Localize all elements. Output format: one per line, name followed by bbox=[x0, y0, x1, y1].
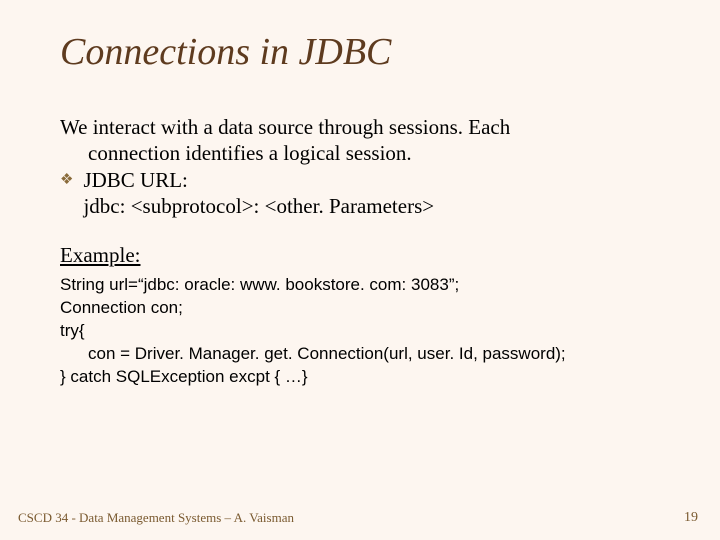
slide-title: Connections in JDBC bbox=[60, 30, 660, 74]
footer-source: CSCD 34 - Data Management Systems – A. V… bbox=[18, 510, 294, 526]
intro-line-1: We interact with a data source through s… bbox=[60, 114, 660, 140]
example-heading: Example: bbox=[60, 243, 660, 268]
slide: Connections in JDBC We interact with a d… bbox=[0, 0, 720, 540]
intro-line-2: connection identifies a logical session. bbox=[88, 140, 660, 166]
diamond-bullet-icon: ❖ bbox=[60, 171, 73, 190]
code-line-4: con = Driver. Manager. get. Connection(u… bbox=[88, 343, 660, 366]
code-line-5: } catch SQLException excpt { …} bbox=[60, 366, 660, 389]
page-number: 19 bbox=[684, 510, 698, 526]
body-block: We interact with a data source through s… bbox=[60, 114, 660, 219]
bullet-item: ❖ JDBC URL: jdbc: <subprotocol>: <other.… bbox=[60, 167, 660, 220]
bullet-label: JDBC URL: bbox=[83, 167, 660, 193]
code-line-3: try{ bbox=[60, 320, 660, 343]
code-block: String url=“jdbc: oracle: www. bookstore… bbox=[60, 274, 660, 389]
code-line-1: String url=“jdbc: oracle: www. bookstore… bbox=[60, 274, 660, 297]
bullet-line-2: jdbc: <subprotocol>: <other. Parameters> bbox=[83, 193, 660, 219]
code-line-2: Connection con; bbox=[60, 297, 660, 320]
